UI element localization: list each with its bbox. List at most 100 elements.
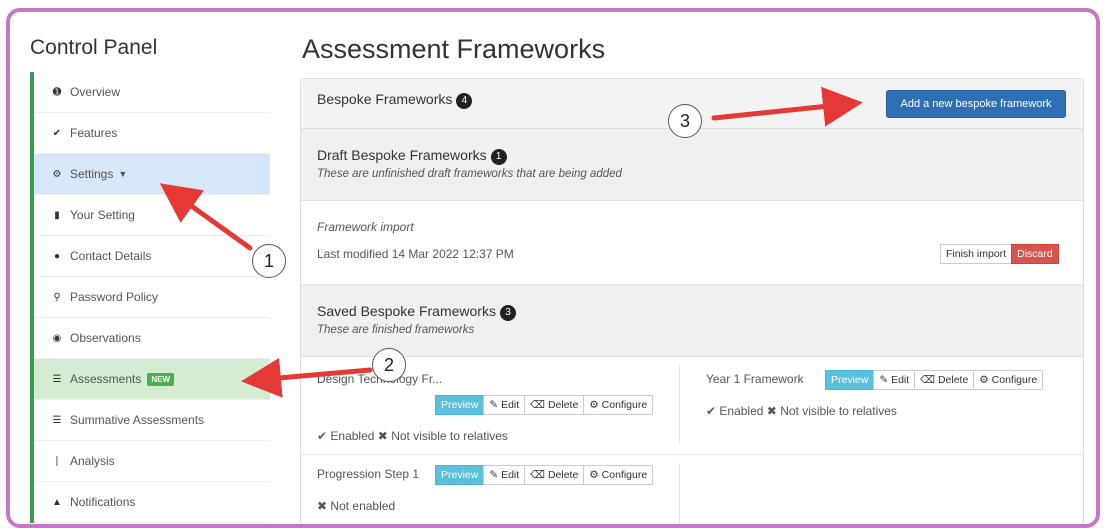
edit-label: Edit xyxy=(501,399,520,411)
draft-title: Draft Bespoke Frameworks xyxy=(317,147,487,163)
bespoke-count: 4 xyxy=(456,93,473,109)
edit-button[interactable]: ✎ Edit xyxy=(873,370,916,390)
delete-label: Delete xyxy=(937,374,969,386)
sidebar-item-observations[interactable]: ◉ Observations xyxy=(34,318,270,359)
configure-button[interactable]: ⚙ Configure xyxy=(583,395,654,415)
edit-button[interactable]: ✎ Edit xyxy=(483,465,526,485)
saved-subtitle: These are finished frameworks xyxy=(317,324,475,336)
info-icon: ➊ xyxy=(52,86,62,98)
x-icon: ✖ xyxy=(766,404,777,418)
delete-label: Delete xyxy=(547,399,579,411)
draft-heading: Draft Bespoke Frameworks 1 xyxy=(317,147,507,165)
progression-step-1-actions: Preview ✎ Edit ⌫ Delete ⚙ Configure xyxy=(435,465,654,485)
column-divider xyxy=(679,463,680,524)
sidebar-item-settings[interactable]: ⚙ Settings ▼ xyxy=(34,154,270,195)
saved-row-2: Progression Step 1 Preview ✎ Edit ⌫ Dele… xyxy=(301,455,1083,524)
annotation-number-2: 2 xyxy=(372,348,406,382)
draft-section: Draft Bespoke Frameworks 1 These are unfi… xyxy=(301,129,1083,201)
draft-count: 1 xyxy=(490,149,507,165)
status-enabled: Enabled xyxy=(719,404,764,418)
preview-button[interactable]: Preview xyxy=(435,395,485,415)
configure-button[interactable]: ⚙ Configure xyxy=(583,465,654,485)
sidebar-item-label: Password Policy xyxy=(70,290,159,304)
saved-section: Saved Bespoke Frameworks 3 These are fini… xyxy=(301,285,1083,357)
status-visible: Not visible to relatives xyxy=(780,404,897,418)
add-bespoke-framework-button[interactable]: Add a new bespoke framework xyxy=(886,90,1066,118)
sidebar-item-summative-assessments[interactable]: ☰ Summative Assessments xyxy=(34,400,270,441)
gear-icon: ⚙ xyxy=(52,168,62,180)
design-technology-status: ✔ Enabled ✖ Not visible to relatives xyxy=(317,429,508,443)
edit-label: Edit xyxy=(501,469,520,481)
saved-row-1: Design Technology Fr... Preview ✎ Edit ⌫… xyxy=(301,357,1083,455)
sidebar-item-your-setting[interactable]: ▮ Your Setting xyxy=(34,195,270,236)
comment-icon: ● xyxy=(53,250,61,262)
sidebar-item-label: Observations xyxy=(70,331,141,345)
delete-button[interactable]: ⌫ Delete xyxy=(524,395,585,415)
bell-icon: ▲ xyxy=(52,496,62,508)
sidebar-item-label: Summative Assessments xyxy=(70,413,205,427)
status-enabled: Enabled xyxy=(330,429,375,443)
sidebar-item-label: Your Setting xyxy=(70,208,135,222)
sidebar-item-notifications[interactable]: ▲ Notifications xyxy=(34,482,270,523)
sidebar-item-label: Features xyxy=(70,126,118,140)
sidebar-item-password-policy[interactable]: ⚲ Password Policy xyxy=(34,277,270,318)
framework-name-progression-step-1: Progression Step 1 xyxy=(317,467,420,481)
caret-down-icon: ▼ xyxy=(118,169,128,179)
sidebar-title: Control Panel xyxy=(30,36,158,59)
sidebar-item-assessments[interactable]: ☰ Assessments NEW xyxy=(34,359,270,400)
draft-actions: Finish import Discard xyxy=(940,244,1059,264)
saved-count: 3 xyxy=(499,305,516,321)
sidebar-item-label: Notifications xyxy=(70,495,136,509)
chart-icon: ∣ xyxy=(54,455,60,467)
bespoke-label: Bespoke Frameworks 4 xyxy=(317,91,473,109)
configure-label: Configure xyxy=(601,399,648,411)
saved-title: Saved Bespoke Frameworks xyxy=(317,303,496,319)
sidebar-item-features[interactable]: ✔ Features xyxy=(34,113,270,154)
preview-button[interactable]: Preview xyxy=(435,465,485,485)
sidebar-item-label: Settings xyxy=(70,167,114,181)
check-icon: ✔ xyxy=(706,404,717,418)
draft-item-name: Framework import xyxy=(317,220,414,234)
x-icon: ✖ xyxy=(317,499,328,513)
list-icon: ☰ xyxy=(52,414,62,426)
edit-button[interactable]: ✎ Edit xyxy=(483,395,526,415)
delete-button[interactable]: ⌫ Delete xyxy=(524,465,585,485)
sidebar-item-analysis[interactable]: ∣ Analysis xyxy=(34,441,270,482)
key-icon: ⚲ xyxy=(53,291,61,303)
design-technology-actions: Preview ✎ Edit ⌫ Delete ⚙ Configure xyxy=(435,395,654,415)
sidebar-item-contact-details[interactable]: ● Contact Details xyxy=(34,236,270,277)
draft-row: Framework import Last modified 14 Mar 20… xyxy=(301,201,1083,285)
sidebar: Control Panel ➊ Overview ✔ Features ⚙ Se… xyxy=(30,12,270,524)
check-icon: ✔ xyxy=(317,429,328,443)
annotation-number-1: 1 xyxy=(252,244,286,278)
sidebar-nav: ➊ Overview ✔ Features ⚙ Settings ▼ ▮ You… xyxy=(30,72,270,523)
screenshot-frame: Control Panel ➊ Overview ✔ Features ⚙ Se… xyxy=(6,8,1100,528)
new-badge: NEW xyxy=(147,372,175,386)
edit-label: Edit xyxy=(891,374,910,386)
draft-subtitle: These are unfinished draft frameworks th… xyxy=(317,168,622,180)
preview-button[interactable]: Preview xyxy=(825,370,875,390)
status-enabled: Not enabled xyxy=(330,499,396,513)
sidebar-item-label: Assessments xyxy=(70,372,142,386)
status-visible: Not visible to relatives xyxy=(391,429,508,443)
draft-item-modified: Last modified 14 Mar 2022 12:37 PM xyxy=(317,247,514,261)
finish-import-button[interactable]: Finish import xyxy=(940,244,1013,264)
configure-label: Configure xyxy=(991,374,1038,386)
sidebar-item-label: Overview xyxy=(70,85,121,99)
saved-heading: Saved Bespoke Frameworks 3 xyxy=(317,303,516,321)
eye-icon: ◉ xyxy=(52,332,62,344)
sidebar-item-label: Analysis xyxy=(70,454,115,468)
delete-button[interactable]: ⌫ Delete xyxy=(914,370,975,390)
configure-label: Configure xyxy=(601,469,648,481)
x-icon: ✖ xyxy=(377,429,388,443)
discard-button[interactable]: Discard xyxy=(1011,244,1059,264)
bookmark-icon: ▮ xyxy=(54,209,60,221)
sidebar-item-overview[interactable]: ➊ Overview xyxy=(34,72,270,113)
list-icon: ☰ xyxy=(52,373,62,385)
check-icon: ✔ xyxy=(52,127,62,139)
year-1-actions: Preview ✎ Edit ⌫ Delete ⚙ Configure xyxy=(825,370,1044,390)
sidebar-item-label: Contact Details xyxy=(70,249,152,263)
configure-button[interactable]: ⚙ Configure xyxy=(973,370,1044,390)
frameworks-panel: Bespoke Frameworks 4 Add a new bespoke fr… xyxy=(300,78,1084,524)
page-title: Assessment Frameworks xyxy=(302,34,606,64)
